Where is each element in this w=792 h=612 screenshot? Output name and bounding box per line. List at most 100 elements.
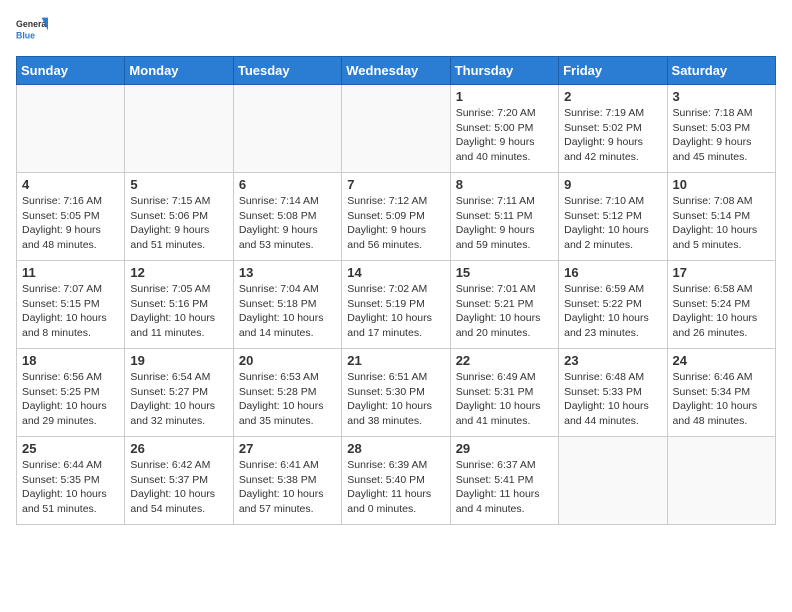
day-number: 16 — [564, 265, 661, 280]
day-number: 9 — [564, 177, 661, 192]
day-number: 8 — [456, 177, 553, 192]
header-day-saturday: Saturday — [667, 57, 775, 85]
svg-text:Blue: Blue — [16, 30, 35, 40]
day-info: Sunrise: 6:41 AMSunset: 5:38 PMDaylight:… — [239, 458, 336, 517]
day-info: Sunrise: 7:16 AMSunset: 5:05 PMDaylight:… — [22, 194, 119, 253]
day-number: 27 — [239, 441, 336, 456]
day-number: 10 — [673, 177, 770, 192]
calendar-cell: 27 Sunrise: 6:41 AMSunset: 5:38 PMDayligh… — [233, 437, 341, 525]
day-number: 12 — [130, 265, 227, 280]
calendar-week-4: 18 Sunrise: 6:56 AMSunset: 5:25 PMDayligh… — [17, 349, 776, 437]
calendar-cell: 16 Sunrise: 6:59 AMSunset: 5:22 PMDayligh… — [559, 261, 667, 349]
day-number: 24 — [673, 353, 770, 368]
day-number: 17 — [673, 265, 770, 280]
day-number: 18 — [22, 353, 119, 368]
day-number: 20 — [239, 353, 336, 368]
calendar-cell: 28 Sunrise: 6:39 AMSunset: 5:40 PMDayligh… — [342, 437, 450, 525]
logo: General Blue — [16, 16, 48, 48]
day-info: Sunrise: 7:15 AMSunset: 5:06 PMDaylight:… — [130, 194, 227, 253]
day-info: Sunrise: 7:01 AMSunset: 5:21 PMDaylight:… — [456, 282, 553, 341]
day-number: 29 — [456, 441, 553, 456]
day-info: Sunrise: 7:02 AMSunset: 5:19 PMDaylight:… — [347, 282, 444, 341]
logo-icon: General Blue — [16, 16, 48, 48]
calendar-cell — [233, 85, 341, 173]
calendar-cell: 8 Sunrise: 7:11 AMSunset: 5:11 PMDaylight… — [450, 173, 558, 261]
calendar-cell: 15Sunrise: 7:01 AMSunset: 5:21 PMDayligh… — [450, 261, 558, 349]
day-number: 1 — [456, 89, 553, 104]
day-info: Sunrise: 6:42 AMSunset: 5:37 PMDaylight:… — [130, 458, 227, 517]
day-number: 11 — [22, 265, 119, 280]
day-info: Sunrise: 6:37 AMSunset: 5:41 PMDaylight:… — [456, 458, 553, 517]
header-day-friday: Friday — [559, 57, 667, 85]
calendar-week-5: 25Sunrise: 6:44 AMSunset: 5:35 PMDayligh… — [17, 437, 776, 525]
calendar-cell: 26 Sunrise: 6:42 AMSunset: 5:37 PMDayligh… — [125, 437, 233, 525]
day-info: Sunrise: 7:05 AMSunset: 5:16 PMDaylight:… — [130, 282, 227, 341]
day-number: 7 — [347, 177, 444, 192]
day-number: 26 — [130, 441, 227, 456]
day-info: Sunrise: 7:19 AMSunset: 5:02 PMDaylight:… — [564, 106, 661, 165]
calendar-cell: 19 Sunrise: 6:54 AMSunset: 5:27 PMDayligh… — [125, 349, 233, 437]
day-info: Sunrise: 7:08 AMSunset: 5:14 PMDaylight:… — [673, 194, 770, 253]
calendar-cell: 12 Sunrise: 7:05 AMSunset: 5:16 PMDayligh… — [125, 261, 233, 349]
day-info: Sunrise: 7:20 AMSunset: 5:00 PMDaylight:… — [456, 106, 553, 165]
calendar-cell: 13Sunrise: 7:04 AMSunset: 5:18 PMDayligh… — [233, 261, 341, 349]
page-header: General Blue — [16, 16, 776, 48]
calendar-cell: 29 Sunrise: 6:37 AMSunset: 5:41 PMDayligh… — [450, 437, 558, 525]
day-number: 3 — [673, 89, 770, 104]
calendar-week-3: 11 Sunrise: 7:07 AMSunset: 5:15 PMDayligh… — [17, 261, 776, 349]
header-day-monday: Monday — [125, 57, 233, 85]
calendar-cell: 17Sunrise: 6:58 AMSunset: 5:24 PMDayligh… — [667, 261, 775, 349]
header-day-thursday: Thursday — [450, 57, 558, 85]
calendar-cell: 25Sunrise: 6:44 AMSunset: 5:35 PMDayligh… — [17, 437, 125, 525]
day-info: Sunrise: 6:51 AMSunset: 5:30 PMDaylight:… — [347, 370, 444, 429]
calendar-cell: 18 Sunrise: 6:56 AMSunset: 5:25 PMDayligh… — [17, 349, 125, 437]
day-number: 6 — [239, 177, 336, 192]
calendar-cell — [17, 85, 125, 173]
calendar-cell — [342, 85, 450, 173]
header-day-wednesday: Wednesday — [342, 57, 450, 85]
day-info: Sunrise: 6:49 AMSunset: 5:31 PMDaylight:… — [456, 370, 553, 429]
day-info: Sunrise: 7:12 AMSunset: 5:09 PMDaylight:… — [347, 194, 444, 253]
day-info: Sunrise: 7:11 AMSunset: 5:11 PMDaylight:… — [456, 194, 553, 253]
calendar-cell — [559, 437, 667, 525]
calendar-header: SundayMondayTuesdayWednesdayThursdayFrid… — [17, 57, 776, 85]
day-number: 23 — [564, 353, 661, 368]
day-info: Sunrise: 7:10 AMSunset: 5:12 PMDaylight:… — [564, 194, 661, 253]
calendar-cell: 11 Sunrise: 7:07 AMSunset: 5:15 PMDayligh… — [17, 261, 125, 349]
day-number: 14 — [347, 265, 444, 280]
day-info: Sunrise: 6:44 AMSunset: 5:35 PMDaylight:… — [22, 458, 119, 517]
day-info: Sunrise: 6:54 AMSunset: 5:27 PMDaylight:… — [130, 370, 227, 429]
day-number: 5 — [130, 177, 227, 192]
calendar-cell — [125, 85, 233, 173]
day-info: Sunrise: 7:18 AMSunset: 5:03 PMDaylight:… — [673, 106, 770, 165]
day-info: Sunrise: 6:48 AMSunset: 5:33 PMDaylight:… — [564, 370, 661, 429]
day-info: Sunrise: 6:39 AMSunset: 5:40 PMDaylight:… — [347, 458, 444, 517]
calendar-cell: 1 Sunrise: 7:20 AMSunset: 5:00 PMDaylight… — [450, 85, 558, 173]
day-number: 4 — [22, 177, 119, 192]
calendar-cell: 10 Sunrise: 7:08 AMSunset: 5:14 PMDayligh… — [667, 173, 775, 261]
day-info: Sunrise: 6:53 AMSunset: 5:28 PMDaylight:… — [239, 370, 336, 429]
header-day-sunday: Sunday — [17, 57, 125, 85]
day-info: Sunrise: 7:07 AMSunset: 5:15 PMDaylight:… — [22, 282, 119, 341]
day-number: 13 — [239, 265, 336, 280]
header-day-tuesday: Tuesday — [233, 57, 341, 85]
header-row: SundayMondayTuesdayWednesdayThursdayFrid… — [17, 57, 776, 85]
day-number: 28 — [347, 441, 444, 456]
calendar-cell: 3 Sunrise: 7:18 AMSunset: 5:03 PMDaylight… — [667, 85, 775, 173]
calendar-cell: 21Sunrise: 6:51 AMSunset: 5:30 PMDayligh… — [342, 349, 450, 437]
day-number: 22 — [456, 353, 553, 368]
calendar-cell: 4 Sunrise: 7:16 AMSunset: 5:05 PMDaylight… — [17, 173, 125, 261]
calendar-week-1: 1 Sunrise: 7:20 AMSunset: 5:00 PMDaylight… — [17, 85, 776, 173]
calendar-cell: 14 Sunrise: 7:02 AMSunset: 5:19 PMDayligh… — [342, 261, 450, 349]
calendar-table: SundayMondayTuesdayWednesdayThursdayFrid… — [16, 56, 776, 525]
calendar-body: 1 Sunrise: 7:20 AMSunset: 5:00 PMDaylight… — [17, 85, 776, 525]
calendar-cell: 7 Sunrise: 7:12 AMSunset: 5:09 PMDaylight… — [342, 173, 450, 261]
day-info: Sunrise: 6:59 AMSunset: 5:22 PMDaylight:… — [564, 282, 661, 341]
calendar-cell: 20 Sunrise: 6:53 AMSunset: 5:28 PMDayligh… — [233, 349, 341, 437]
day-info: Sunrise: 6:46 AMSunset: 5:34 PMDaylight:… — [673, 370, 770, 429]
day-number: 2 — [564, 89, 661, 104]
calendar-cell — [667, 437, 775, 525]
calendar-cell: 2 Sunrise: 7:19 AMSunset: 5:02 PMDaylight… — [559, 85, 667, 173]
day-info: Sunrise: 6:56 AMSunset: 5:25 PMDaylight:… — [22, 370, 119, 429]
day-number: 19 — [130, 353, 227, 368]
